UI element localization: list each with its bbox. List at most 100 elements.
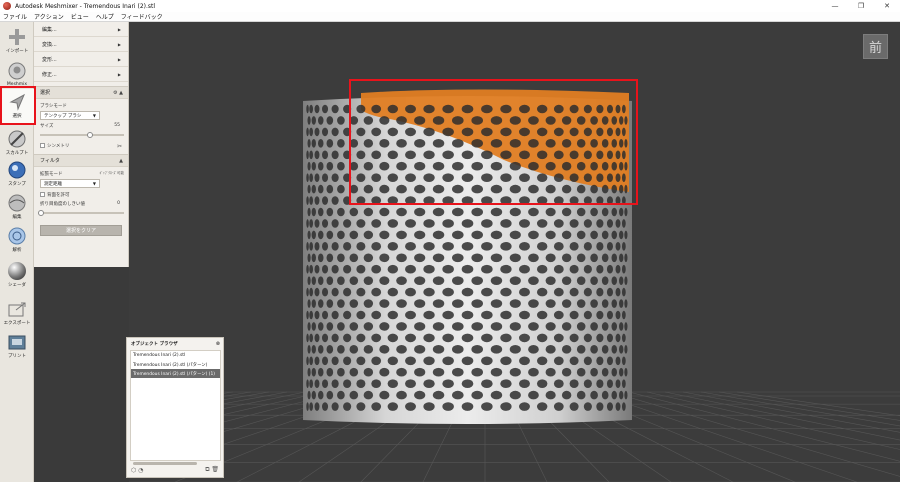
mesh-hole xyxy=(545,276,556,285)
mesh-hole xyxy=(536,310,548,320)
mesh-hole xyxy=(349,230,359,240)
mesh-hole xyxy=(452,276,464,285)
mesh-hole xyxy=(307,139,311,148)
panel-menu-modify[interactable]: 修正... ▶ xyxy=(34,67,128,82)
tool-edit-label: 編集 xyxy=(12,215,22,220)
menu-file[interactable]: ファイル xyxy=(3,12,27,21)
mesh-hole xyxy=(553,379,564,388)
mesh-hole xyxy=(343,287,352,297)
panel-menu-edit[interactable]: 編集... ▶ xyxy=(34,22,128,37)
tool-export[interactable]: エクスポート xyxy=(0,296,34,330)
filter-section-header[interactable]: フィルタ ▲ xyxy=(34,154,128,167)
mesh-hole xyxy=(321,402,329,411)
mesh-hole xyxy=(387,287,399,297)
close-icon[interactable]: ⊗ xyxy=(216,341,220,347)
select-section-header[interactable]: 選択 ⚙ ▲ xyxy=(34,86,128,99)
mesh-hole xyxy=(337,116,345,125)
mesh-hole xyxy=(553,242,564,251)
tool-sculpt[interactable]: スカルプト xyxy=(0,126,34,160)
mesh-hole xyxy=(545,322,556,331)
panel-menu-deform[interactable]: 変形... ▶ xyxy=(34,52,128,67)
mesh-hole xyxy=(343,219,352,228)
collapse-icon[interactable]: ▲ xyxy=(119,158,123,164)
duplicate-and-delete-icons[interactable]: ⧉ 🗑 xyxy=(205,466,219,474)
crease-angle-label: 折り目角度のしきい値 xyxy=(40,202,85,207)
mesh-hole xyxy=(356,242,366,251)
mesh-hole xyxy=(363,345,374,354)
mesh-hole xyxy=(471,367,483,377)
mesh-hole xyxy=(611,253,618,263)
menu-help[interactable]: ヘルプ xyxy=(96,12,114,21)
horizontal-scrollbar[interactable] xyxy=(133,462,197,465)
mesh-hole xyxy=(601,322,609,331)
mesh-hole xyxy=(371,333,382,343)
brush-mode-dropdown[interactable]: テンクップ ブラシ ▼ xyxy=(40,111,100,120)
mesh-hole xyxy=(307,322,311,331)
mesh-hole xyxy=(317,276,324,285)
mesh-hole xyxy=(326,276,334,285)
mesh-hole xyxy=(596,287,604,297)
mesh-hole xyxy=(337,345,345,354)
mesh-hole xyxy=(307,207,311,217)
mesh-hole xyxy=(343,356,352,366)
size-slider-knob[interactable] xyxy=(87,132,93,138)
object-list-item-selected[interactable]: Tremendous Inari (2).stl (パターン) (1) xyxy=(131,369,220,378)
object-list-item[interactable]: Tremendous Inari (2).stl (パターン) xyxy=(131,360,220,369)
mesh-hole xyxy=(306,150,309,160)
mesh-hole xyxy=(317,253,324,263)
mesh-hole xyxy=(553,287,564,297)
mesh-hole xyxy=(561,253,572,263)
tool-edit[interactable]: 編集 xyxy=(0,190,34,224)
mesh-hole xyxy=(545,367,556,377)
mesh-hole xyxy=(601,253,609,263)
minimize-button[interactable]: — xyxy=(822,0,848,12)
mesh-hole xyxy=(363,230,374,240)
object-list-item[interactable]: Tremendous Inari (2).stl xyxy=(131,351,220,360)
settings-and-collapse-icon[interactable]: ⚙ ▲ xyxy=(113,90,123,96)
mesh-hole xyxy=(490,276,503,285)
mesh-hole xyxy=(432,367,445,377)
mesh-hole xyxy=(306,242,309,251)
panel-menu-convert[interactable]: 変換... ▶ xyxy=(34,37,128,52)
mesh-hole xyxy=(471,253,483,263)
submenu-arrow-icon: ▶ xyxy=(117,56,121,62)
object-visibility-icon[interactable]: ⬡ ◔ xyxy=(131,467,143,474)
mesh-hole xyxy=(536,264,548,274)
export-icon xyxy=(7,299,27,319)
view-cube[interactable]: 前 xyxy=(863,34,888,59)
expand-mode-dropdown[interactable]: 測定距離 ▼ xyxy=(40,179,100,188)
tool-stamp[interactable]: スタンプ xyxy=(0,157,34,191)
mesh-hole xyxy=(471,230,483,240)
crease-angle-slider[interactable] xyxy=(38,210,124,216)
symmetry-tool-icon[interactable]: ✂ xyxy=(117,143,122,150)
mesh-hole xyxy=(349,276,359,285)
mesh-hole xyxy=(519,219,530,228)
mesh-hole xyxy=(545,230,556,240)
tool-shader[interactable]: シェーダ xyxy=(0,258,34,292)
close-button[interactable]: ✕ xyxy=(874,0,900,12)
mesh-hole xyxy=(590,276,598,285)
mesh-hole xyxy=(561,367,572,377)
size-row: サイズ 55 xyxy=(34,123,128,129)
maximize-button[interactable]: ❐ xyxy=(848,0,874,12)
tool-print[interactable]: プリント xyxy=(0,329,34,363)
mesh-hole xyxy=(615,287,621,297)
menu-actions[interactable]: アクション xyxy=(34,12,64,21)
allow-backface-checkbox[interactable] xyxy=(40,192,45,197)
symmetry-checkbox[interactable] xyxy=(40,143,45,148)
clear-selection-button[interactable]: 選択をクリア xyxy=(40,225,122,236)
object-list: Tremendous Inari (2).stl Tremendous Inar… xyxy=(130,350,221,461)
crease-angle-slider-knob[interactable] xyxy=(38,210,44,216)
size-slider[interactable] xyxy=(40,132,124,138)
mesh-hole xyxy=(452,322,464,331)
menu-feedback[interactable]: フィードバック xyxy=(121,12,163,21)
mesh-hole xyxy=(536,333,548,343)
submenu-arrow-icon: ▶ xyxy=(117,41,121,47)
mesh-hole xyxy=(615,402,621,411)
menu-view[interactable]: ビュー xyxy=(71,12,89,21)
tool-import[interactable]: インポート xyxy=(0,24,34,58)
mesh-hole xyxy=(509,230,521,240)
mesh-hole xyxy=(461,333,474,343)
tool-analysis[interactable]: 解析 xyxy=(0,223,34,257)
mesh-hole xyxy=(337,253,345,263)
